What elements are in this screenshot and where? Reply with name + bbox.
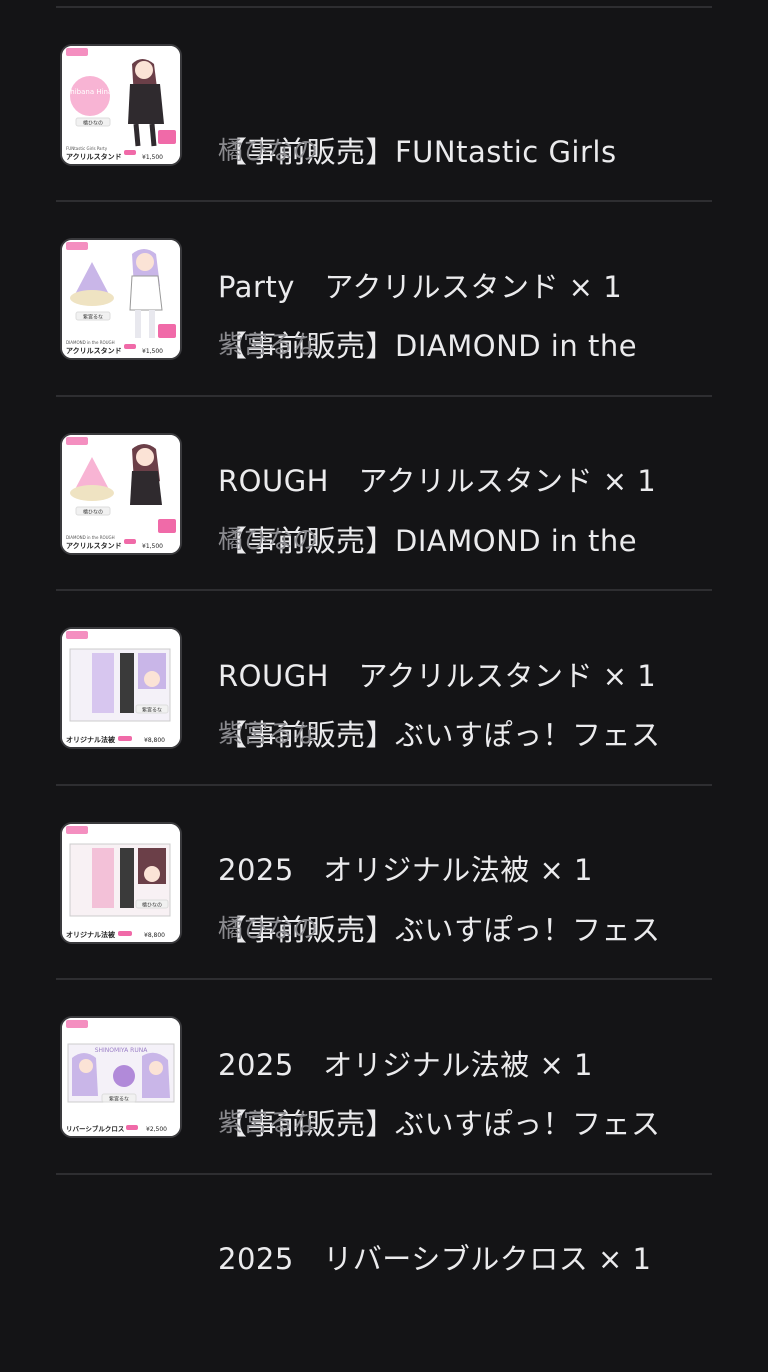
- thumb-caption-small: DIAMOND in the ROUGH: [66, 340, 115, 345]
- order-item[interactable]: SHINOMIYA RUNA 紫宮るな リバーシブルクロス ¥2,500 【事前…: [0, 980, 768, 1276]
- divider: [56, 1173, 712, 1175]
- product-thumbnail: SHINOMIYA RUNA 紫宮るな リバーシブルクロス ¥2,500: [60, 1016, 182, 1138]
- happi-image: 橘ひなの オリジナル法被 ¥8,800: [62, 824, 180, 942]
- acrylic-stand-image: 橘ひなの DIAMOND in the ROUGH アクリルスタンド ¥1,50…: [62, 435, 180, 553]
- member-name: 紫宮るな: [218, 1108, 319, 1137]
- thumb-caption: オリジナル法被: [66, 735, 116, 744]
- thumb-price: ¥8,800: [144, 737, 165, 744]
- product-title-line: 2025 リバーシブルクロス × 1: [218, 1242, 652, 1276]
- thumb-name-tag: 紫宮るな: [109, 1096, 129, 1103]
- thumb-price: ¥1,500: [142, 543, 163, 550]
- thumb-price: ¥1,500: [142, 154, 163, 161]
- order-item[interactable]: 橘ひなの オリジナル法被 ¥8,800 【事前販売】ぶいすぽっ！フェス 2025…: [0, 786, 768, 1082]
- member-name: 橘ひなの: [218, 525, 319, 554]
- order-item[interactable]: 紫宮るな オリジナル法被 ¥8,800 【事前販売】ぶいすぽっ！フェス 2025…: [0, 591, 768, 887]
- thumb-badge-text: SHINOMIYA RUNA: [95, 1047, 149, 1054]
- thumb-name-tag: 橘ひなの: [142, 902, 162, 909]
- product-thumbnail: 橘ひなの DIAMOND in the ROUGH アクリルスタンド ¥1,50…: [60, 433, 182, 555]
- member-name: 橘ひなの: [218, 136, 319, 165]
- thumb-caption-small: DIAMOND in the ROUGH: [66, 535, 115, 540]
- order-item[interactable]: 紫宮るな DIAMOND in the ROUGH アクリルスタンド ¥1,50…: [0, 202, 768, 498]
- acrylic-stand-image: 紫宮るな DIAMOND in the ROUGH アクリルスタンド ¥1,50…: [62, 240, 180, 358]
- thumb-caption: アクリルスタンド: [66, 346, 122, 355]
- order-item[interactable]: 橘ひなの DIAMOND in the ROUGH アクリルスタンド ¥1,50…: [0, 397, 768, 693]
- thumb-caption: リバーシブルクロス: [66, 1124, 124, 1133]
- product-thumbnail: 紫宮るな DIAMOND in the ROUGH アクリルスタンド ¥1,50…: [60, 238, 182, 360]
- thumb-caption: アクリルスタンド: [66, 152, 122, 161]
- product-thumbnail: Tachibana Hinano 橘ひなの FUNtastic Girls Pa…: [60, 44, 182, 166]
- acrylic-stand-image: Tachibana Hinano 橘ひなの FUNtastic Girls Pa…: [62, 46, 180, 164]
- order-item[interactable]: Tachibana Hinano 橘ひなの FUNtastic Girls Pa…: [0, 8, 768, 304]
- thumb-price: ¥8,800: [144, 932, 165, 939]
- member-name: 紫宮るな: [218, 719, 319, 748]
- thumb-price: ¥2,500: [146, 1126, 167, 1133]
- order-item-list: Tachibana Hinano 橘ひなの FUNtastic Girls Pa…: [0, 0, 768, 1276]
- reversible-cloth-image: SHINOMIYA RUNA 紫宮るな リバーシブルクロス ¥2,500: [62, 1018, 180, 1136]
- product-title[interactable]: 【事前販売】ぶいすぽっ！フェス 2025 リバーシブルクロス × 1: [218, 1012, 718, 1372]
- thumb-price: ¥1,500: [142, 348, 163, 355]
- thumb-name-tag: 橘ひなの: [83, 509, 103, 516]
- happi-image: 紫宮るな オリジナル法被 ¥8,800: [62, 629, 180, 747]
- thumb-name-tag: 紫宮るな: [83, 314, 103, 321]
- member-name: 橘ひなの: [218, 914, 319, 943]
- product-thumbnail: 紫宮るな オリジナル法被 ¥8,800: [60, 627, 182, 749]
- thumb-caption: オリジナル法被: [66, 930, 116, 939]
- product-thumbnail: 橘ひなの オリジナル法被 ¥8,800: [60, 822, 182, 944]
- thumb-name-tag: 橘ひなの: [83, 120, 103, 127]
- thumb-badge-text: Tachibana Hinano: [62, 88, 121, 96]
- thumb-name-tag: 紫宮るな: [142, 707, 162, 714]
- thumb-caption-small: FUNtastic Girls Party: [66, 146, 108, 151]
- thumb-caption: アクリルスタンド: [66, 541, 122, 550]
- member-name: 紫宮るな: [218, 330, 319, 359]
